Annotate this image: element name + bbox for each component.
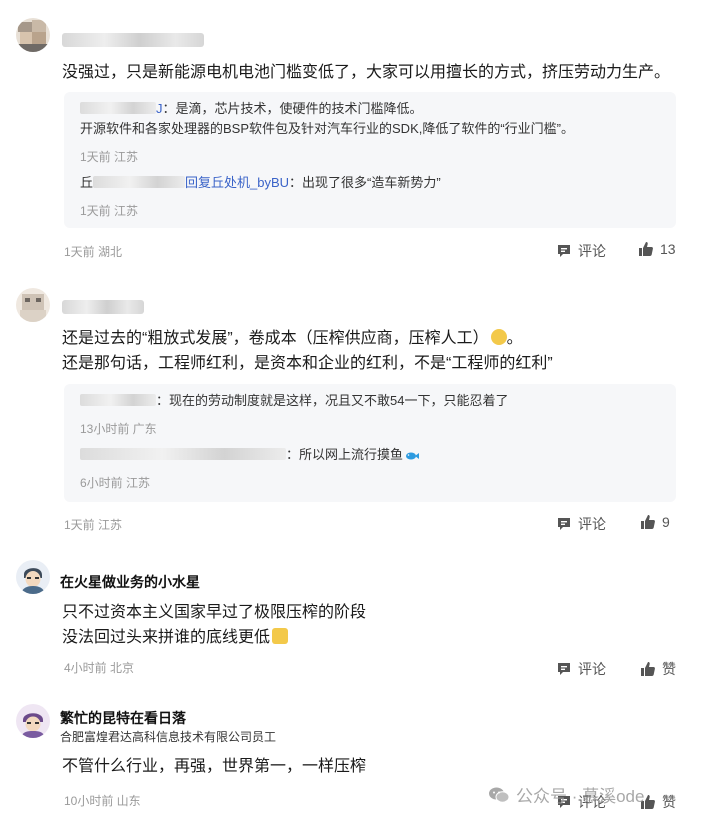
like-label: 赞 bbox=[662, 661, 676, 677]
thumbs-up-icon bbox=[641, 662, 655, 676]
watermark: 公众号 · 慕溪ode bbox=[488, 782, 644, 807]
comment-icon bbox=[558, 518, 570, 530]
comment-icon bbox=[558, 245, 570, 257]
reply-box: ：现在的劳动制度就是这样，况且又不敢54一下，只能忍着了 13小时前 广东 ：所… bbox=[64, 384, 676, 502]
comment-2: 还是过去的“粗放式发展”，卷成本（压榨供应商，压榨人工） 。 还是那句话，工程师红… bbox=[0, 270, 710, 542]
username[interactable]: 繁忙的昆特在看日落 bbox=[60, 708, 186, 728]
cat-emoji-icon bbox=[490, 329, 507, 345]
reply-author-prefix[interactable]: 丘 bbox=[80, 175, 93, 190]
comment-label: 评论 bbox=[578, 516, 606, 532]
comment-button[interactable]: 评论 bbox=[556, 659, 606, 679]
comment-label: 评论 bbox=[578, 243, 606, 259]
comment-meta: 1天前 江苏 bbox=[64, 518, 123, 532]
reply-2: ：所以网上流行摸鱼 bbox=[80, 446, 420, 464]
comment-text-line1-end: 。 bbox=[506, 330, 523, 347]
username[interactable]: 在火星做业务的小水星 bbox=[60, 572, 200, 592]
comment-button[interactable]: 评论 bbox=[556, 514, 606, 534]
comment-meta: 10小时前 山东 bbox=[64, 794, 141, 808]
reply-author-blurred[interactable] bbox=[80, 102, 156, 114]
reply-text: ：出现了很多“造车新势力” bbox=[289, 175, 441, 190]
reply-1: ：现在的劳动制度就是这样，况且又不敢54一下，只能忍着了 bbox=[80, 392, 508, 410]
comment-text-line1: 还是过去的“粗放式发展”，卷成本（压榨供应商，压榨人工） bbox=[62, 330, 489, 347]
avatar-cartoon-icon bbox=[16, 704, 50, 738]
reply-author-blurred[interactable] bbox=[80, 448, 286, 460]
comment-button[interactable]: 评论 bbox=[556, 241, 606, 261]
comment-1: 没强过，只是新能源电机电池门槛变低了，大家可以用擅长的方式，挤压劳动力生产。 J… bbox=[0, 0, 710, 270]
fish-emoji-icon bbox=[406, 452, 420, 460]
reply-author-blurred[interactable] bbox=[80, 394, 156, 406]
comment-meta: 1天前 湖北 bbox=[64, 245, 123, 259]
reply-meta: 6小时前 江苏 bbox=[80, 476, 151, 490]
comment-text-line2: 没法回过头来拼谁的底线更低 bbox=[62, 629, 271, 646]
like-button[interactable]: 9 bbox=[640, 514, 670, 530]
reply-meta: 1天前 江苏 bbox=[80, 204, 139, 218]
reply-1-line2: 开源软件和各家处理器的BSP软件包及针对汽车行业的SDK,降低了软件的“行业门槛… bbox=[80, 121, 575, 136]
like-button[interactable]: 赞 bbox=[640, 659, 676, 679]
like-button[interactable]: 13 bbox=[638, 241, 676, 257]
like-button[interactable]: 赞 bbox=[640, 792, 676, 812]
avatar[interactable] bbox=[16, 560, 50, 594]
comment-text: 还是过去的“粗放式发展”，卷成本（压榨供应商，压榨人工） 。 还是那句话，工程师红… bbox=[62, 326, 553, 376]
like-count: 13 bbox=[660, 241, 676, 257]
comment-icon bbox=[558, 663, 570, 675]
wechat-icon bbox=[489, 787, 510, 803]
reply-box: J：是滴，芯片技术，使硬件的技术门槛降低。 开源软件和各家处理器的BSP软件包及… bbox=[64, 92, 676, 228]
reply-1: J：是滴，芯片技术，使硬件的技术门槛降低。 bbox=[80, 100, 423, 118]
avatar[interactable] bbox=[16, 704, 50, 738]
username-blurred[interactable] bbox=[62, 300, 144, 314]
hands-emoji-icon bbox=[272, 628, 289, 644]
thumbs-up-icon bbox=[641, 515, 655, 529]
user-org: 合肥富煌君达高科信息技术有限公司员工 bbox=[60, 730, 277, 744]
avatar-cartoon-icon bbox=[16, 560, 50, 594]
comment-text-line1: 不管什么行业，再强，世界第一，一样压榨 bbox=[62, 758, 367, 775]
avatar-blurred-icon bbox=[16, 18, 50, 52]
reply-author-blurred[interactable] bbox=[93, 176, 186, 188]
comment-text: 只不过资本主义国家早过了极限压榨的阶段 没法回过头来拼谁的底线更低 bbox=[62, 600, 366, 650]
reply-to-link[interactable]: 回复丘处机_byBU bbox=[185, 175, 289, 190]
watermark-text: 公众号 · 慕溪ode bbox=[516, 787, 645, 806]
reply-meta: 1天前 江苏 bbox=[80, 150, 139, 164]
comment-text-line1: 只不过资本主义国家早过了极限压榨的阶段 bbox=[62, 604, 367, 621]
comment-text: 没强过，只是新能源电机电池门槛变低了，大家可以用擅长的方式，挤压劳动力生产。 bbox=[62, 64, 671, 81]
comment-3: 在火星做业务的小水星 只不过资本主义国家早过了极限压榨的阶段 没法回过头来拼谁的… bbox=[0, 542, 710, 690]
reply-2: 丘 回复丘处机_byBU：出现了很多“造车新势力” bbox=[80, 174, 441, 192]
comment-meta: 4小时前 北京 bbox=[64, 661, 135, 675]
like-label: 赞 bbox=[662, 794, 676, 810]
username-blurred[interactable] bbox=[62, 33, 204, 47]
reply-text: ：所以网上流行摸鱼 bbox=[286, 447, 404, 462]
reply-text: ：现在的劳动制度就是这样，况且又不敢54一下，只能忍着了 bbox=[156, 393, 509, 408]
reply-meta: 13小时前 广东 bbox=[80, 422, 157, 436]
avatar[interactable] bbox=[16, 288, 50, 322]
comment-text-line2: 还是那句话，工程师红利，是资本和企业的红利，不是“工程师的红利” bbox=[62, 355, 553, 372]
avatar-blurred-icon bbox=[16, 288, 50, 322]
thumbs-up-icon bbox=[639, 242, 653, 256]
reply-text: ：是滴，芯片技术，使硬件的技术门槛降低。 bbox=[162, 101, 423, 116]
like-count: 9 bbox=[662, 514, 670, 530]
comment-text: 不管什么行业，再强，世界第一，一样压榨 bbox=[62, 754, 366, 779]
comment-label: 评论 bbox=[578, 661, 606, 677]
avatar[interactable] bbox=[16, 18, 50, 52]
